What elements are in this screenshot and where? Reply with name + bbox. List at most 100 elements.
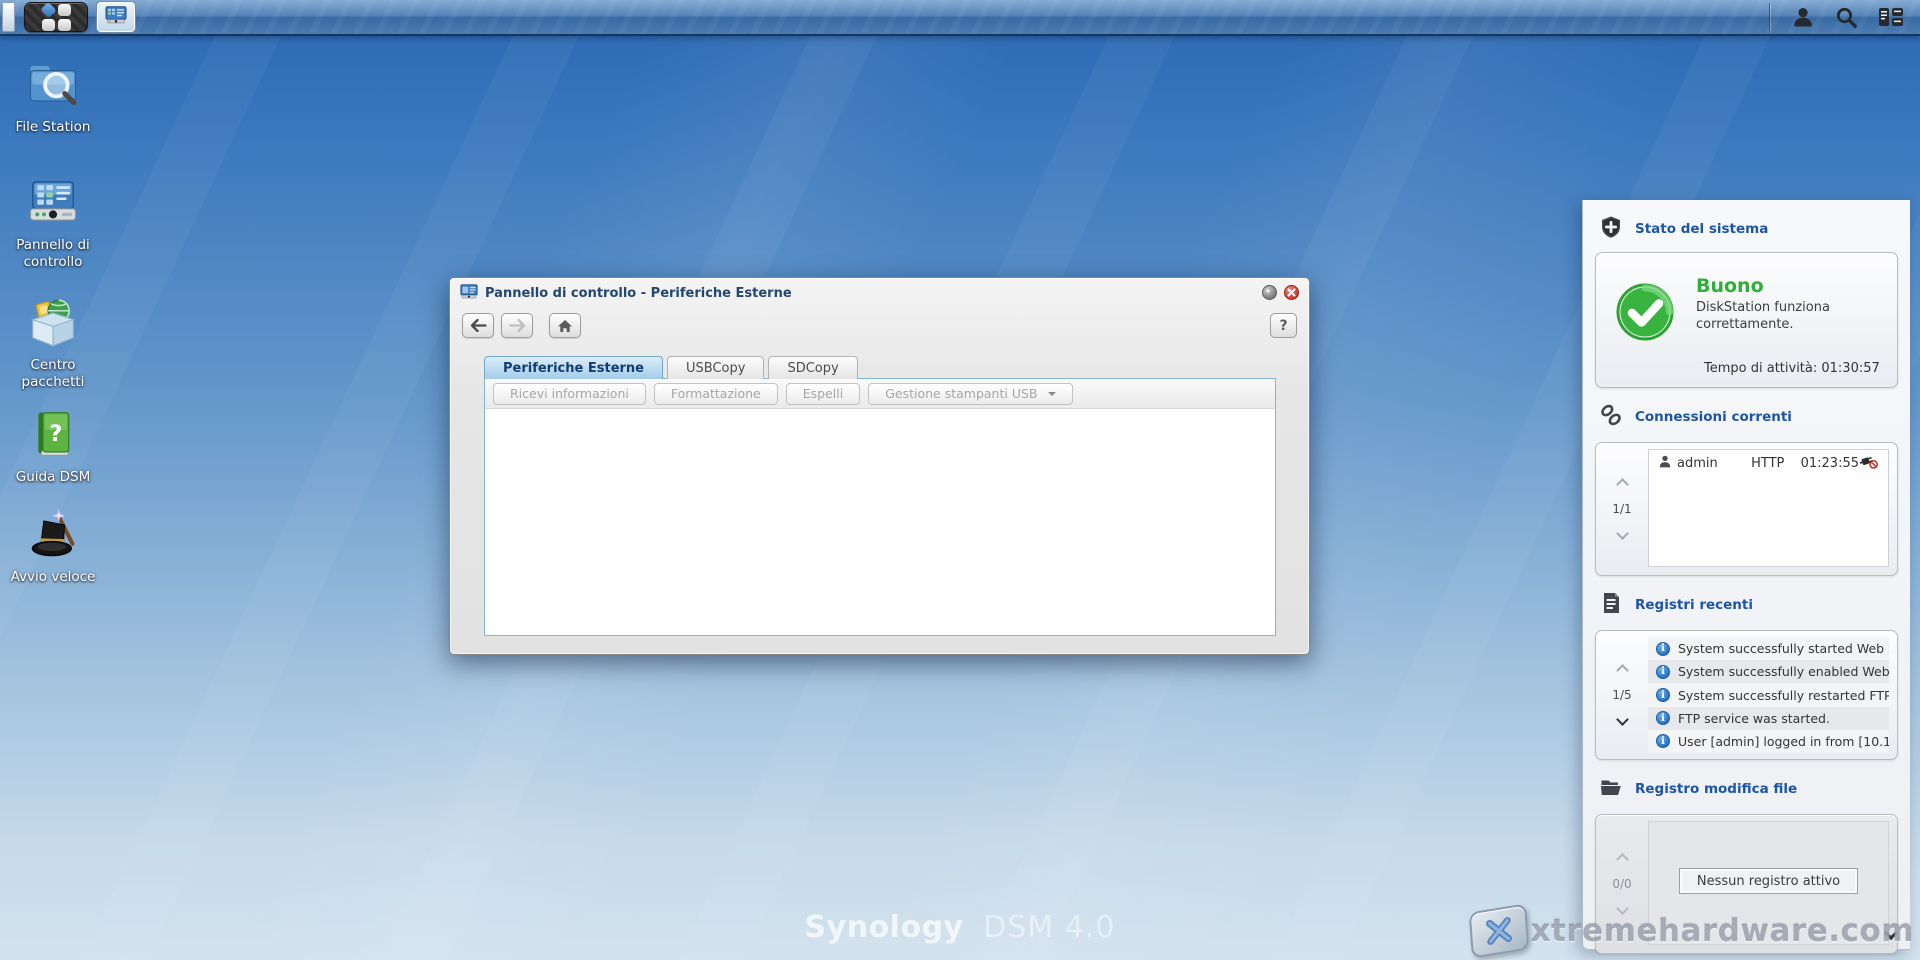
log-text: System successfully restarted FTP... — [1678, 688, 1889, 703]
page-down-icon[interactable] — [1616, 527, 1629, 540]
info-icon: i — [1656, 711, 1670, 725]
page-up-icon[interactable] — [1616, 478, 1629, 491]
status-value: Buono — [1696, 275, 1876, 297]
link-icon — [1599, 403, 1623, 431]
user-icon — [1659, 455, 1671, 472]
desktop-icon-label: Guida DSM — [0, 469, 106, 486]
page-indicator: 1/5 — [1612, 688, 1631, 702]
desktop-icon-control-panel[interactable]: Pannello di controllo — [0, 176, 106, 271]
window-nav-bar: ? — [450, 308, 1309, 338]
help-button[interactable]: ? — [1270, 313, 1297, 338]
close-button[interactable] — [1284, 285, 1299, 300]
page-indicator: 1/1 — [1612, 502, 1631, 516]
status-good-icon — [1612, 279, 1678, 377]
desktop-icon-label: Centro pacchetti — [0, 357, 106, 391]
widget-title: Registro modifica file — [1635, 781, 1797, 797]
quick-start-icon — [25, 545, 81, 564]
back-button[interactable] — [462, 313, 494, 338]
page-up-icon[interactable] — [1616, 664, 1629, 677]
search-icon[interactable] — [1835, 6, 1858, 29]
show-desktop-button[interactable] — [2, 2, 15, 32]
log-row[interactable]: i FTP service was started. — [1648, 707, 1889, 730]
taskbar — [0, 0, 1920, 36]
pilot-view-icon[interactable] — [1878, 6, 1904, 28]
info-icon: i — [1656, 665, 1670, 679]
taskbar-divider — [1769, 3, 1771, 31]
connections-card: 1/1 admin HTTP 01:23:55 — [1595, 442, 1898, 576]
connection-time: 01:23:55 — [1801, 456, 1859, 471]
system-widget-panel: Stato del sistema Buono DiskStation funz… — [1582, 200, 1910, 950]
desktop-icon-quick-start[interactable]: Avvio veloce — [0, 506, 106, 586]
user-icon[interactable] — [1791, 6, 1815, 28]
control-panel-icon — [26, 213, 80, 232]
log-text: User [admin] logged in from [10.16... — [1678, 734, 1889, 749]
synology-logo-text: Synology — [805, 910, 964, 945]
connections-list: admin HTTP 01:23:55 — [1648, 449, 1889, 567]
file-station-icon — [26, 95, 80, 114]
dsm-watermark: Synology DSM 4.0 — [805, 910, 1116, 945]
log-text: FTP service was started. — [1678, 711, 1830, 726]
get-info-button[interactable]: Ricevi informazioni — [493, 383, 646, 405]
desktop-icon-dsm-help[interactable]: ? Guida DSM — [0, 408, 106, 486]
connection-row[interactable]: admin HTTP 01:23:55 — [1649, 450, 1888, 476]
page-down-icon[interactable] — [1616, 713, 1629, 726]
widget-title: Connessioni correnti — [1635, 409, 1792, 425]
main-menu-button[interactable] — [24, 2, 88, 32]
log-text: System successfully enabled WebD... — [1678, 664, 1889, 679]
file-change-log-header: Registro modifica file — [1583, 760, 1910, 812]
recent-logs-card: 1/5 i System successfully started Web St… — [1595, 630, 1898, 760]
dsm-help-icon: ? — [26, 445, 80, 464]
tab-periferiche-esterne[interactable]: Periferiche Esterne — [484, 356, 663, 379]
window-title-bar[interactable]: Pannello di controllo - Periferiche Este… — [450, 278, 1309, 308]
connections-pager: 1/1 — [1596, 443, 1648, 575]
logs-list: i System successfully started Web St... … — [1648, 637, 1889, 753]
desktop-icon-label: File Station — [0, 119, 106, 136]
taskbar-window-button-control-panel[interactable] — [97, 2, 135, 32]
control-panel-window: Pannello di controllo - Periferiche Este… — [449, 277, 1310, 655]
no-active-log-label: Nessun registro attivo — [1679, 868, 1858, 894]
device-toolbar: Ricevi informazioni Formattazione Espell… — [485, 379, 1275, 409]
format-button[interactable]: Formattazione — [654, 383, 778, 405]
page-up-icon[interactable] — [1616, 853, 1629, 866]
control-panel-mini-icon — [105, 6, 127, 28]
page-indicator: 0/0 — [1612, 877, 1631, 891]
connection-user: admin — [1677, 456, 1718, 471]
usb-printer-dropdown[interactable]: Gestione stampanti USB — [868, 383, 1072, 405]
package-center-icon — [26, 333, 80, 352]
home-button[interactable] — [549, 313, 581, 338]
desktop: File Station Pannello — [0, 0, 1920, 960]
info-icon: i — [1656, 642, 1670, 656]
svg-text:?: ? — [49, 421, 62, 447]
log-row[interactable]: i User [admin] logged in from [10.16... — [1648, 730, 1889, 753]
system-status-card: Buono DiskStation funziona correttamente… — [1595, 252, 1898, 388]
chevron-down-icon — [1048, 392, 1056, 400]
main-menu-icon — [42, 4, 71, 31]
desktop-icon-label: Pannello di controllo — [0, 237, 106, 271]
disconnect-icon[interactable] — [1859, 454, 1878, 473]
window-title: Pannello di controllo - Periferiche Este… — [485, 286, 792, 301]
desktop-icon-label: Avvio veloce — [0, 569, 106, 586]
tab-content-panel: Ricevi informazioni Formattazione Espell… — [484, 378, 1276, 636]
xtremehardware-site-text: xtremehardware.com — [1530, 913, 1914, 949]
status-description: DiskStation funziona correttamente. — [1696, 300, 1876, 334]
dsm-version-text: DSM 4.0 — [983, 910, 1115, 945]
eject-button[interactable]: Espelli — [786, 383, 860, 405]
log-text: System successfully started Web St... — [1678, 641, 1889, 656]
minimize-button[interactable] — [1262, 285, 1277, 300]
log-row[interactable]: i System successfully started Web St... — [1648, 637, 1889, 660]
forward-button[interactable] — [501, 313, 533, 338]
tab-bar: Periferiche Esterne USBCopy SDCopy — [484, 356, 858, 379]
tab-usbcopy[interactable]: USBCopy — [667, 356, 764, 379]
desktop-icon-package-center[interactable]: Centro pacchetti — [0, 296, 106, 391]
taskbar-left — [0, 0, 135, 34]
log-row[interactable]: i System successfully restarted FTP... — [1648, 683, 1889, 706]
control-panel-icon — [460, 284, 478, 303]
desktop-icon-file-station[interactable]: File Station — [0, 58, 106, 136]
log-row[interactable]: i System successfully enabled WebD... — [1648, 660, 1889, 683]
widget-title: Registri recenti — [1635, 597, 1753, 613]
tab-sdcopy[interactable]: SDCopy — [768, 356, 857, 379]
window-controls — [1262, 285, 1299, 300]
widget-title: Stato del sistema — [1635, 221, 1768, 237]
system-status-header: Stato del sistema — [1583, 200, 1910, 252]
info-icon: i — [1656, 734, 1670, 748]
